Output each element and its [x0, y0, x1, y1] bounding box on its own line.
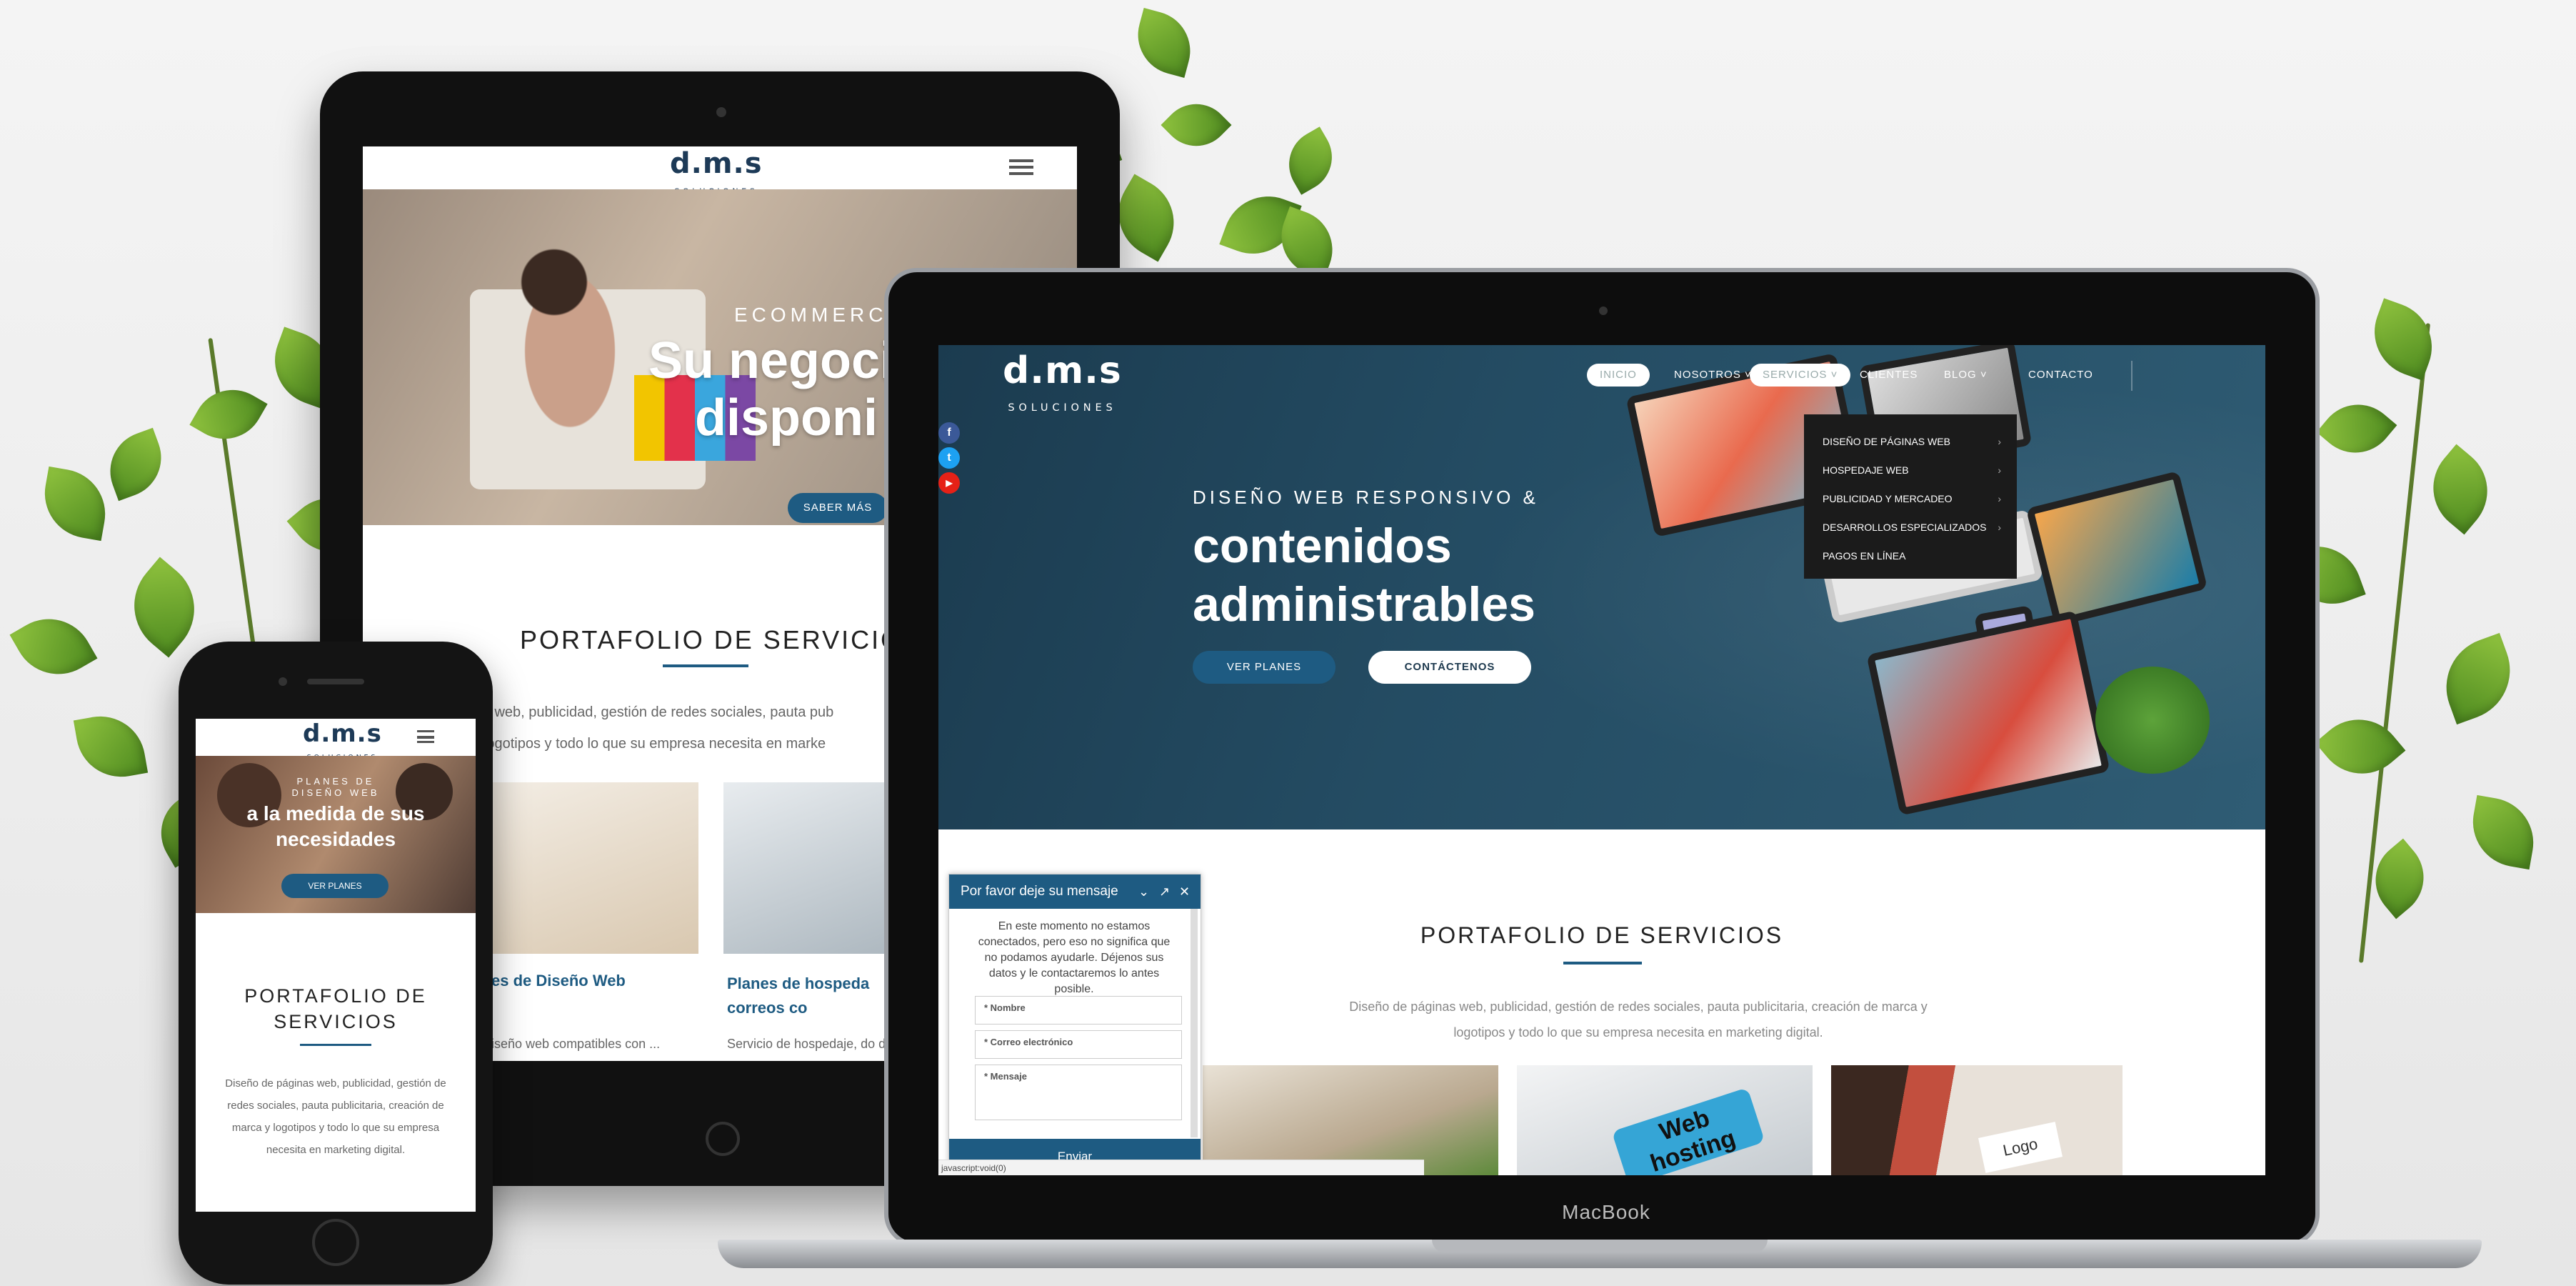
tablet-hero-title: Su negoci disponi	[648, 332, 895, 447]
laptop-notch	[1432, 1240, 1768, 1252]
services-dropdown-menu: DISEÑO DE PÁGINAS WEB › HOSPEDAJE WEB › PU…	[1804, 414, 2017, 579]
divider	[300, 1044, 371, 1046]
contact-us-button[interactable]: CONTÁCTENOS	[1368, 651, 1531, 684]
facebook-icon[interactable]: f	[938, 422, 960, 444]
phone-camera	[279, 677, 287, 686]
nav-inicio[interactable]: INICIO	[1587, 364, 1650, 387]
hamburger-menu-icon[interactable]	[1009, 159, 1033, 175]
dropdown-item-hosting[interactable]: HOSPEDAJE WEB ›	[1823, 463, 2001, 477]
phone-portfolio-title: PORTAFOLIO DE SERVICIOS	[244, 985, 427, 1032]
dropdown-item-payments[interactable]: PAGOS EN LÍNEA	[1823, 549, 2001, 563]
nav-servicios[interactable]: SERVICIOS ˅	[1750, 364, 1851, 387]
phone-hero-eyebrow: PLANES DE DISEÑO WEB	[291, 776, 380, 798]
laptop-device: d.m.s SOLUCIONES INICIO NOSOTROS ˅ SERVIC…	[884, 268, 2320, 1247]
phone-screen: d.m.sSOLUCIONES PLANES DEDISEÑO WEB a la…	[196, 719, 476, 1212]
dropdown-item-special-dev[interactable]: DESARROLLOS ESPECIALIZADOS ›	[1823, 520, 2001, 534]
laptop-screen: d.m.s SOLUCIONES INICIO NOSOTROS ˅ SERVIC…	[938, 345, 2265, 1175]
chevron-down-icon[interactable]: ⌄	[1138, 874, 1149, 909]
dropdown-item-web-design[interactable]: DISEÑO DE PÁGINAS WEB ›	[1823, 434, 2001, 449]
nav-blog[interactable]: BLOG ˅	[1931, 364, 2000, 387]
tablet-camera	[716, 107, 726, 117]
card-body-web-design: iseño web compatibles con ... contenidos…	[491, 1037, 661, 1061]
tablet-portfolio-title: PORTAFOLIO DE SERVICIOS	[520, 625, 923, 654]
nav-contacto[interactable]: CONTACTO	[2015, 364, 2106, 387]
phone-view-plans-button[interactable]: VER PLANES	[281, 874, 389, 898]
laptop-hero-eyebrow: DISEÑO WEB RESPONSIVO &	[1193, 487, 1539, 508]
card-title-web-design[interactable]: es de Diseño Web	[491, 972, 626, 990]
close-icon[interactable]: ✕	[1179, 874, 1190, 909]
phone-speaker	[307, 679, 364, 684]
laptop-logo[interactable]: d.m.s SOLUCIONES	[1003, 352, 1122, 427]
phone-device: d.m.sSOLUCIONES PLANES DEDISEÑO WEB a la…	[179, 642, 493, 1285]
divider	[1563, 962, 1642, 964]
message-field[interactable]: * Mensaje	[975, 1065, 1182, 1120]
view-plans-button[interactable]: VER PLANES	[1193, 651, 1335, 684]
chat-widget: Por favor deje su mensaje ⌄ ↗ ✕ En este …	[948, 874, 1201, 1175]
branding-service-image[interactable]: Logo	[1831, 1065, 2123, 1175]
woman-laptop-image	[491, 218, 648, 432]
chat-scrollbar[interactable]	[1191, 909, 1198, 1137]
phone-portfolio-desc: Diseño de páginas web, publicidad, gesti…	[225, 1077, 446, 1156]
twitter-icon[interactable]: t	[938, 447, 960, 469]
chat-offline-message: En este momento no estamos conectados, p…	[978, 920, 1171, 995]
laptop-hero: d.m.s SOLUCIONES INICIO NOSOTROS ˅ SERVIC…	[938, 345, 2265, 829]
web-design-service-image[interactable]	[1203, 1065, 1498, 1175]
hamburger-menu-icon[interactable]	[417, 730, 434, 743]
tablet-home-button	[706, 1122, 740, 1156]
popout-icon[interactable]: ↗	[1159, 874, 1170, 909]
youtube-icon[interactable]: ▶	[938, 472, 960, 494]
browser-status-bar: javascript:void(0)	[938, 1160, 1424, 1175]
macbook-label: MacBook	[1562, 1201, 1650, 1223]
laptop-base	[718, 1240, 2482, 1268]
name-field[interactable]: * Nombre	[975, 996, 1182, 1025]
phone-hero-title: a la medida de sus necesidades	[246, 802, 425, 850]
web-design-card-image[interactable]	[491, 782, 698, 954]
tablet-navbar: d.m.sSOLUCIONES	[363, 146, 1077, 196]
web-hosting-service-image[interactable]: Web hosting	[1517, 1065, 1813, 1175]
email-field[interactable]: * Correo electrónico	[975, 1030, 1182, 1059]
web-hosting-key-label: Web hosting	[1611, 1087, 1765, 1175]
nav-divider	[2131, 361, 2133, 391]
portfolio-desc: Diseño de páginas web, publicidad, gesti…	[1349, 1000, 1928, 1040]
laptop-hero-title: contenidos administrables	[1193, 519, 1535, 632]
dropdown-item-marketing[interactable]: PUBLICIDAD Y MERCADEO ›	[1823, 492, 2001, 506]
phone-home-button	[312, 1219, 359, 1266]
nav-clientes[interactable]: CLIENTES	[1847, 364, 1930, 387]
laptop-camera	[1599, 306, 1608, 315]
logo-card-label: Logo	[1978, 1122, 2063, 1173]
divider	[663, 664, 748, 667]
tablet-learn-more-button[interactable]: SABER MÁS	[788, 493, 888, 523]
